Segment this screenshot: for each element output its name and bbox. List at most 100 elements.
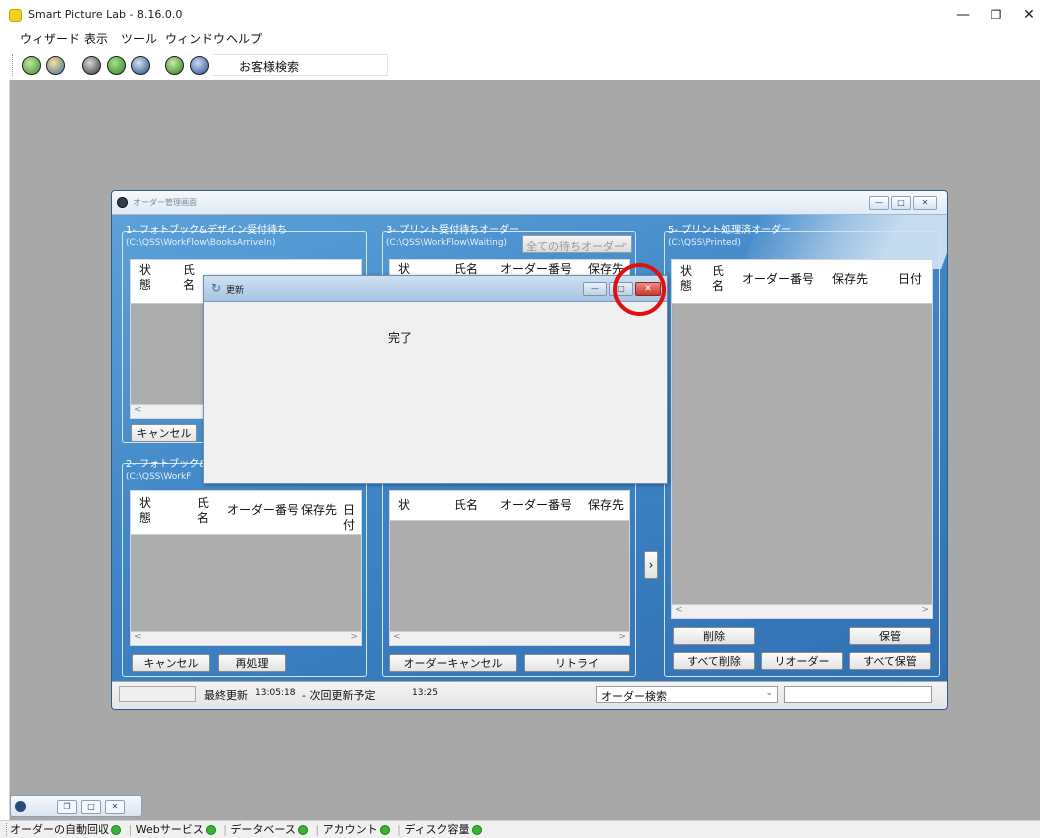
database-icon[interactable] bbox=[131, 56, 150, 75]
scroll-right-icon[interactable]: > bbox=[921, 605, 929, 615]
panel2-path: (C:\QSS\WorkF bbox=[126, 472, 192, 482]
panel1-col-name[interactable]: 氏 名 bbox=[183, 263, 195, 293]
app-title: Smart Picture Lab - 8.16.0.0 bbox=[28, 8, 183, 21]
panel2-col-order-no[interactable]: オーダー番号 bbox=[227, 503, 299, 518]
scroll-left-icon[interactable]: < bbox=[134, 632, 142, 642]
panel5-col-status[interactable]: 状 態 bbox=[680, 264, 692, 294]
last-update-time: 13:05:18 bbox=[255, 688, 296, 698]
panel1-title: 1- フォトブック&デザイン受付待ち bbox=[126, 225, 287, 236]
order-window-title: オーダー管理画面 bbox=[133, 198, 197, 207]
chat-icon[interactable] bbox=[190, 56, 209, 75]
next-update-time: 13:25 bbox=[412, 688, 438, 698]
panel3-bottom-col-storage[interactable]: 保存先 bbox=[588, 498, 624, 513]
panel5-title: 5- プリント処理済オーダー bbox=[668, 225, 792, 236]
power-icon[interactable] bbox=[107, 56, 126, 75]
panel5-col-storage[interactable]: 保存先 bbox=[832, 272, 868, 287]
delete-all-button[interactable]: すべて削除 bbox=[673, 652, 755, 670]
chevron-down-icon: ⌄ bbox=[765, 688, 773, 698]
panel2-col-status[interactable]: 状 態 bbox=[139, 496, 151, 526]
order-window-minimize-icon[interactable]: — bbox=[869, 196, 889, 210]
minimized-window-icon bbox=[15, 801, 26, 812]
order-window-titlebar: オーダー管理画面 — □ ✕ bbox=[112, 191, 947, 215]
order-cancel-button[interactable]: オーダーキャンセル bbox=[389, 654, 517, 672]
panel2-title: 2- フォトブック& bbox=[126, 459, 207, 470]
minimized-window-tab[interactable]: ❐ □ ✕ bbox=[10, 795, 142, 817]
order-window-close-icon[interactable]: ✕ bbox=[913, 196, 937, 210]
panel2-col-storage[interactable]: 保存先 bbox=[301, 503, 337, 518]
scroll-left-icon[interactable]: < bbox=[134, 405, 142, 415]
panel2-hscroll[interactable]: < > bbox=[131, 631, 361, 645]
panel2-col-name[interactable]: 氏 名 bbox=[197, 496, 209, 526]
panel2-grid[interactable]: 状 態 氏 名 オーダー番号 保存先 日付 < > bbox=[130, 490, 362, 646]
minimized-restore-icon[interactable]: ❐ bbox=[57, 800, 77, 814]
panel3-bottom-col-status[interactable]: 状 bbox=[398, 498, 410, 513]
order-window-restore-icon[interactable]: □ bbox=[891, 196, 911, 210]
store-all-button[interactable]: すべて保管 bbox=[849, 652, 931, 670]
retry-button[interactable]: リトライ bbox=[524, 654, 630, 672]
delete-button[interactable]: 削除 bbox=[673, 627, 755, 645]
scroll-left-icon[interactable]: < bbox=[675, 605, 683, 615]
restore-icon[interactable]: ❐ bbox=[979, 0, 1013, 30]
panel5-col-name[interactable]: 氏 名 bbox=[712, 264, 724, 294]
panel3-bottom-col-name[interactable]: 氏名 bbox=[454, 498, 478, 513]
minimized-maximize-icon[interactable]: □ bbox=[81, 800, 101, 814]
minimized-close-icon[interactable]: ✕ bbox=[105, 800, 125, 814]
chevron-down-icon: ⌄ bbox=[620, 238, 628, 248]
web-service-status-icon bbox=[205, 825, 216, 835]
menu-tools[interactable]: ツール bbox=[121, 30, 157, 47]
close-icon[interactable]: ✕ bbox=[1012, 0, 1040, 30]
order-window-statusbar: 最終更新 13:05:18 - 次回更新予定 13:25 オーダー検索 ⌄ bbox=[112, 681, 947, 709]
update-dialog-minimize-icon[interactable]: — bbox=[583, 282, 607, 296]
leaf-icon[interactable] bbox=[165, 56, 184, 75]
order-search-dropdown[interactable]: オーダー検索 ⌄ bbox=[596, 686, 778, 703]
move-right-arrow-button[interactable]: › bbox=[644, 551, 658, 579]
menu-view[interactable]: 表示 bbox=[84, 30, 108, 47]
panel1-cancel-button[interactable]: キャンセル bbox=[131, 424, 197, 442]
panel2-grid-header: 状 態 氏 名 オーダー番号 保存先 日付 bbox=[131, 491, 361, 535]
scroll-right-icon[interactable]: > bbox=[618, 632, 626, 642]
database-status-label: データベース bbox=[230, 823, 296, 836]
minimize-icon[interactable]: — bbox=[946, 0, 980, 30]
order-window-icon bbox=[117, 197, 128, 208]
panel5-col-date[interactable]: 日付 bbox=[898, 272, 922, 287]
menu-window[interactable]: ウィンドウ bbox=[165, 30, 225, 47]
camera-icon[interactable] bbox=[82, 56, 101, 75]
panel3-filter-dropdown[interactable]: 全ての待ちオーダー ⌄ bbox=[522, 235, 632, 253]
reorder-button[interactable]: リオーダー bbox=[761, 652, 843, 670]
customer-search-input[interactable]: お客様検索 bbox=[213, 54, 388, 76]
panel2-cancel-button[interactable]: キャンセル bbox=[132, 654, 210, 672]
panel5-hscroll[interactable]: < > bbox=[672, 604, 932, 618]
menu-bar: ウィザード 表示 ツール ウィンドウ ヘルプ bbox=[0, 30, 1040, 50]
menu-help[interactable]: ヘルプ bbox=[226, 30, 262, 47]
highlight-circle bbox=[613, 263, 666, 316]
panel3-filter-value: 全ての待ちオーダー bbox=[526, 240, 625, 253]
scroll-right-icon[interactable]: > bbox=[350, 632, 358, 642]
panel3-bottom-col-order-no[interactable]: オーダー番号 bbox=[500, 498, 572, 513]
panel1-path: (C:\QSS\WorkFlow\BooksArriveIn) bbox=[126, 238, 276, 248]
panel5-col-order-no[interactable]: オーダー番号 bbox=[742, 272, 814, 287]
update-dialog-titlebar: ↻ 更新 — □ ✕ bbox=[204, 276, 667, 302]
panel3-bottom-grid[interactable]: 状 氏名 オーダー番号 保存先 < > bbox=[389, 490, 630, 646]
panel1-col-status[interactable]: 状 態 bbox=[139, 263, 151, 293]
panel5-header: 5- プリント処理済オーダー (C:\QSS\Printed) bbox=[668, 225, 791, 249]
panel5-grid[interactable]: 状 態 氏 名 オーダー番号 保存先 日付 < > bbox=[671, 259, 933, 619]
toolbar bbox=[0, 50, 1040, 80]
panel2-reprocess-button[interactable]: 再処理 bbox=[218, 654, 286, 672]
panel2-col-date[interactable]: 日付 bbox=[343, 503, 361, 533]
disk-status-icon bbox=[471, 825, 482, 835]
panel1-header: 1- フォトブック&デザイン受付待ち (C:\QSS\WorkFlow\Book… bbox=[126, 225, 287, 249]
order-search-input[interactable] bbox=[784, 686, 932, 703]
app-logo-icon bbox=[9, 9, 22, 22]
update-dialog-title: 更新 bbox=[226, 286, 245, 296]
account-status-icon bbox=[379, 825, 390, 835]
scroll-left-icon[interactable]: < bbox=[393, 632, 401, 642]
disk-status-label: ディスク容量 bbox=[404, 823, 470, 836]
menu-wizard[interactable]: ウィザード bbox=[20, 30, 80, 47]
status-blank-field bbox=[119, 686, 196, 702]
printer-icon[interactable] bbox=[46, 56, 65, 75]
account-status-label: アカウント bbox=[322, 823, 378, 836]
open-order-icon[interactable] bbox=[22, 56, 41, 75]
panel3-hscroll[interactable]: < > bbox=[390, 631, 629, 645]
store-button[interactable]: 保管 bbox=[849, 627, 931, 645]
toolbar-grip bbox=[12, 54, 14, 76]
